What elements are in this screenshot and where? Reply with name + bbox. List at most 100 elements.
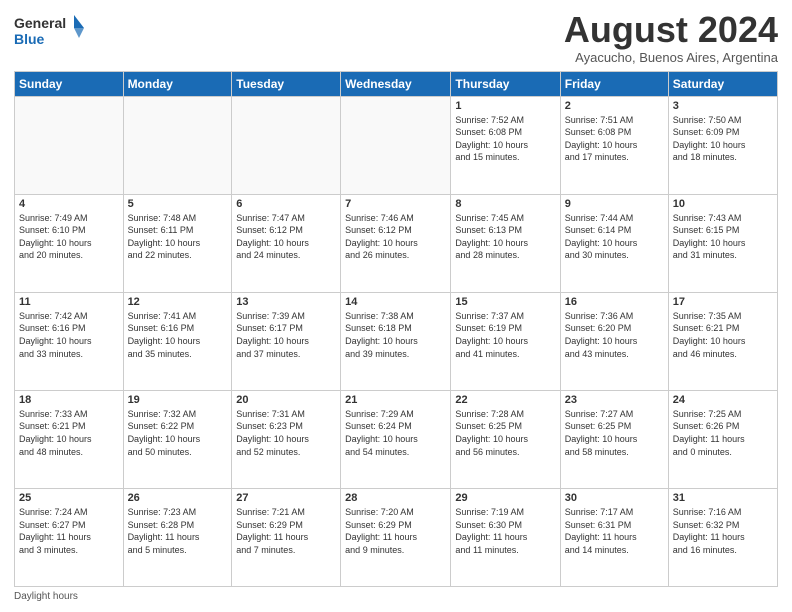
calendar-cell: 18 Sunrise: 7:33 AM Sunset: 6:21 PM Dayli… (15, 390, 124, 488)
day-number: 10 (673, 198, 773, 210)
day-info: Sunrise: 7:32 AM Sunset: 6:22 PM Dayligh… (128, 408, 228, 458)
day-number: 3 (673, 100, 773, 112)
day-info: Sunrise: 7:39 AM Sunset: 6:17 PM Dayligh… (236, 310, 336, 360)
calendar-cell: 31 Sunrise: 7:16 AM Sunset: 6:32 PM Dayli… (668, 488, 777, 586)
day-info: Sunrise: 7:36 AM Sunset: 6:20 PM Dayligh… (565, 310, 664, 360)
day-number: 21 (345, 394, 446, 406)
footer-label: Daylight hours (14, 591, 78, 602)
day-info: Sunrise: 7:44 AM Sunset: 6:14 PM Dayligh… (565, 212, 664, 262)
calendar-cell: 3 Sunrise: 7:50 AM Sunset: 6:09 PM Daylig… (668, 96, 777, 194)
day-info: Sunrise: 7:51 AM Sunset: 6:08 PM Dayligh… (565, 114, 664, 164)
day-number: 7 (345, 198, 446, 210)
calendar-cell: 20 Sunrise: 7:31 AM Sunset: 6:23 PM Dayli… (232, 390, 341, 488)
week-row-4: 18 Sunrise: 7:33 AM Sunset: 6:21 PM Dayli… (15, 390, 778, 488)
day-number: 24 (673, 394, 773, 406)
day-info: Sunrise: 7:42 AM Sunset: 6:16 PM Dayligh… (19, 310, 119, 360)
day-info: Sunrise: 7:29 AM Sunset: 6:24 PM Dayligh… (345, 408, 446, 458)
subtitle: Ayacucho, Buenos Aires, Argentina (564, 50, 778, 65)
day-info: Sunrise: 7:33 AM Sunset: 6:21 PM Dayligh… (19, 408, 119, 458)
day-number: 25 (19, 492, 119, 504)
day-info: Sunrise: 7:47 AM Sunset: 6:12 PM Dayligh… (236, 212, 336, 262)
day-header-wednesday: Wednesday (341, 71, 451, 96)
day-info: Sunrise: 7:20 AM Sunset: 6:29 PM Dayligh… (345, 506, 446, 556)
day-info: Sunrise: 7:16 AM Sunset: 6:32 PM Dayligh… (673, 506, 773, 556)
day-info: Sunrise: 7:21 AM Sunset: 6:29 PM Dayligh… (236, 506, 336, 556)
day-info: Sunrise: 7:50 AM Sunset: 6:09 PM Dayligh… (673, 114, 773, 164)
day-info: Sunrise: 7:28 AM Sunset: 6:25 PM Dayligh… (455, 408, 555, 458)
day-info: Sunrise: 7:45 AM Sunset: 6:13 PM Dayligh… (455, 212, 555, 262)
day-info: Sunrise: 7:52 AM Sunset: 6:08 PM Dayligh… (455, 114, 555, 164)
day-info: Sunrise: 7:31 AM Sunset: 6:23 PM Dayligh… (236, 408, 336, 458)
week-row-5: 25 Sunrise: 7:24 AM Sunset: 6:27 PM Dayli… (15, 488, 778, 586)
day-header-saturday: Saturday (668, 71, 777, 96)
calendar-cell: 6 Sunrise: 7:47 AM Sunset: 6:12 PM Daylig… (232, 194, 341, 292)
day-info: Sunrise: 7:48 AM Sunset: 6:11 PM Dayligh… (128, 212, 228, 262)
day-info: Sunrise: 7:24 AM Sunset: 6:27 PM Dayligh… (19, 506, 119, 556)
calendar-cell: 13 Sunrise: 7:39 AM Sunset: 6:17 PM Dayli… (232, 292, 341, 390)
day-number: 28 (345, 492, 446, 504)
day-number: 20 (236, 394, 336, 406)
day-number: 5 (128, 198, 228, 210)
day-header-tuesday: Tuesday (232, 71, 341, 96)
day-number: 23 (565, 394, 664, 406)
calendar-cell: 27 Sunrise: 7:21 AM Sunset: 6:29 PM Dayli… (232, 488, 341, 586)
day-header-monday: Monday (123, 71, 232, 96)
calendar-cell: 17Sunrise: 7:35 AM Sunset: 6:21 PM Dayli… (668, 292, 777, 390)
day-number: 11 (19, 296, 119, 308)
calendar-cell (232, 96, 341, 194)
logo-area: General Blue (14, 10, 84, 55)
day-number: 31 (673, 492, 773, 504)
calendar-cell: 22 Sunrise: 7:28 AM Sunset: 6:25 PM Dayli… (451, 390, 560, 488)
calendar-cell: 23 Sunrise: 7:27 AM Sunset: 6:25 PM Dayli… (560, 390, 668, 488)
day-header-friday: Friday (560, 71, 668, 96)
page: General Blue August 2024 Ayacucho, Bueno… (0, 0, 792, 612)
day-info: Sunrise: 7:27 AM Sunset: 6:25 PM Dayligh… (565, 408, 664, 458)
header-row: SundayMondayTuesdayWednesdayThursdayFrid… (15, 71, 778, 96)
title-area: August 2024 Ayacucho, Buenos Aires, Arge… (564, 10, 778, 65)
calendar-cell (123, 96, 232, 194)
day-number: 13 (236, 296, 336, 308)
day-info: Sunrise: 7:41 AM Sunset: 6:16 PM Dayligh… (128, 310, 228, 360)
day-number: 8 (455, 198, 555, 210)
day-number: 15 (455, 296, 555, 308)
day-header-thursday: Thursday (451, 71, 560, 96)
calendar-cell: 21 Sunrise: 7:29 AM Sunset: 6:24 PM Dayli… (341, 390, 451, 488)
calendar-cell: 1 Sunrise: 7:52 AM Sunset: 6:08 PM Daylig… (451, 96, 560, 194)
day-info: Sunrise: 7:37 AM Sunset: 6:19 PM Dayligh… (455, 310, 555, 360)
main-title: August 2024 (564, 10, 778, 50)
calendar-cell: 19 Sunrise: 7:32 AM Sunset: 6:22 PM Dayli… (123, 390, 232, 488)
calendar-cell: 8 Sunrise: 7:45 AM Sunset: 6:13 PM Daylig… (451, 194, 560, 292)
calendar-cell: 14Sunrise: 7:38 AM Sunset: 6:18 PM Dayli… (341, 292, 451, 390)
footer: Daylight hours (14, 591, 778, 602)
calendar-cell: 12Sunrise: 7:41 AM Sunset: 6:16 PM Dayli… (123, 292, 232, 390)
day-info: Sunrise: 7:17 AM Sunset: 6:31 PM Dayligh… (565, 506, 664, 556)
day-number: 16 (565, 296, 664, 308)
calendar-cell: 7 Sunrise: 7:46 AM Sunset: 6:12 PM Daylig… (341, 194, 451, 292)
day-number: 9 (565, 198, 664, 210)
logo: General Blue (14, 10, 84, 55)
day-info: Sunrise: 7:49 AM Sunset: 6:10 PM Dayligh… (19, 212, 119, 262)
day-info: Sunrise: 7:19 AM Sunset: 6:30 PM Dayligh… (455, 506, 555, 556)
day-info: Sunrise: 7:46 AM Sunset: 6:12 PM Dayligh… (345, 212, 446, 262)
day-number: 1 (455, 100, 555, 112)
day-number: 6 (236, 198, 336, 210)
calendar-cell: 4Sunrise: 7:49 AM Sunset: 6:10 PM Daylig… (15, 194, 124, 292)
calendar-cell: 10 Sunrise: 7:43 AM Sunset: 6:15 PM Dayli… (668, 194, 777, 292)
day-info: Sunrise: 7:43 AM Sunset: 6:15 PM Dayligh… (673, 212, 773, 262)
day-number: 29 (455, 492, 555, 504)
calendar-cell (341, 96, 451, 194)
week-row-2: 4Sunrise: 7:49 AM Sunset: 6:10 PM Daylig… (15, 194, 778, 292)
day-number: 19 (128, 394, 228, 406)
calendar-cell: 15 Sunrise: 7:37 AM Sunset: 6:19 PM Dayli… (451, 292, 560, 390)
day-number: 30 (565, 492, 664, 504)
calendar-cell: 26Sunrise: 7:23 AM Sunset: 6:28 PM Dayli… (123, 488, 232, 586)
day-number: 18 (19, 394, 119, 406)
calendar-cell: 5 Sunrise: 7:48 AM Sunset: 6:11 PM Daylig… (123, 194, 232, 292)
day-number: 17 (673, 296, 773, 308)
day-number: 22 (455, 394, 555, 406)
svg-text:General: General (14, 15, 66, 31)
calendar-cell: 16 Sunrise: 7:36 AM Sunset: 6:20 PM Dayli… (560, 292, 668, 390)
calendar-cell: 25 Sunrise: 7:24 AM Sunset: 6:27 PM Dayli… (15, 488, 124, 586)
day-info: Sunrise: 7:25 AM Sunset: 6:26 PM Dayligh… (673, 408, 773, 458)
day-number: 27 (236, 492, 336, 504)
